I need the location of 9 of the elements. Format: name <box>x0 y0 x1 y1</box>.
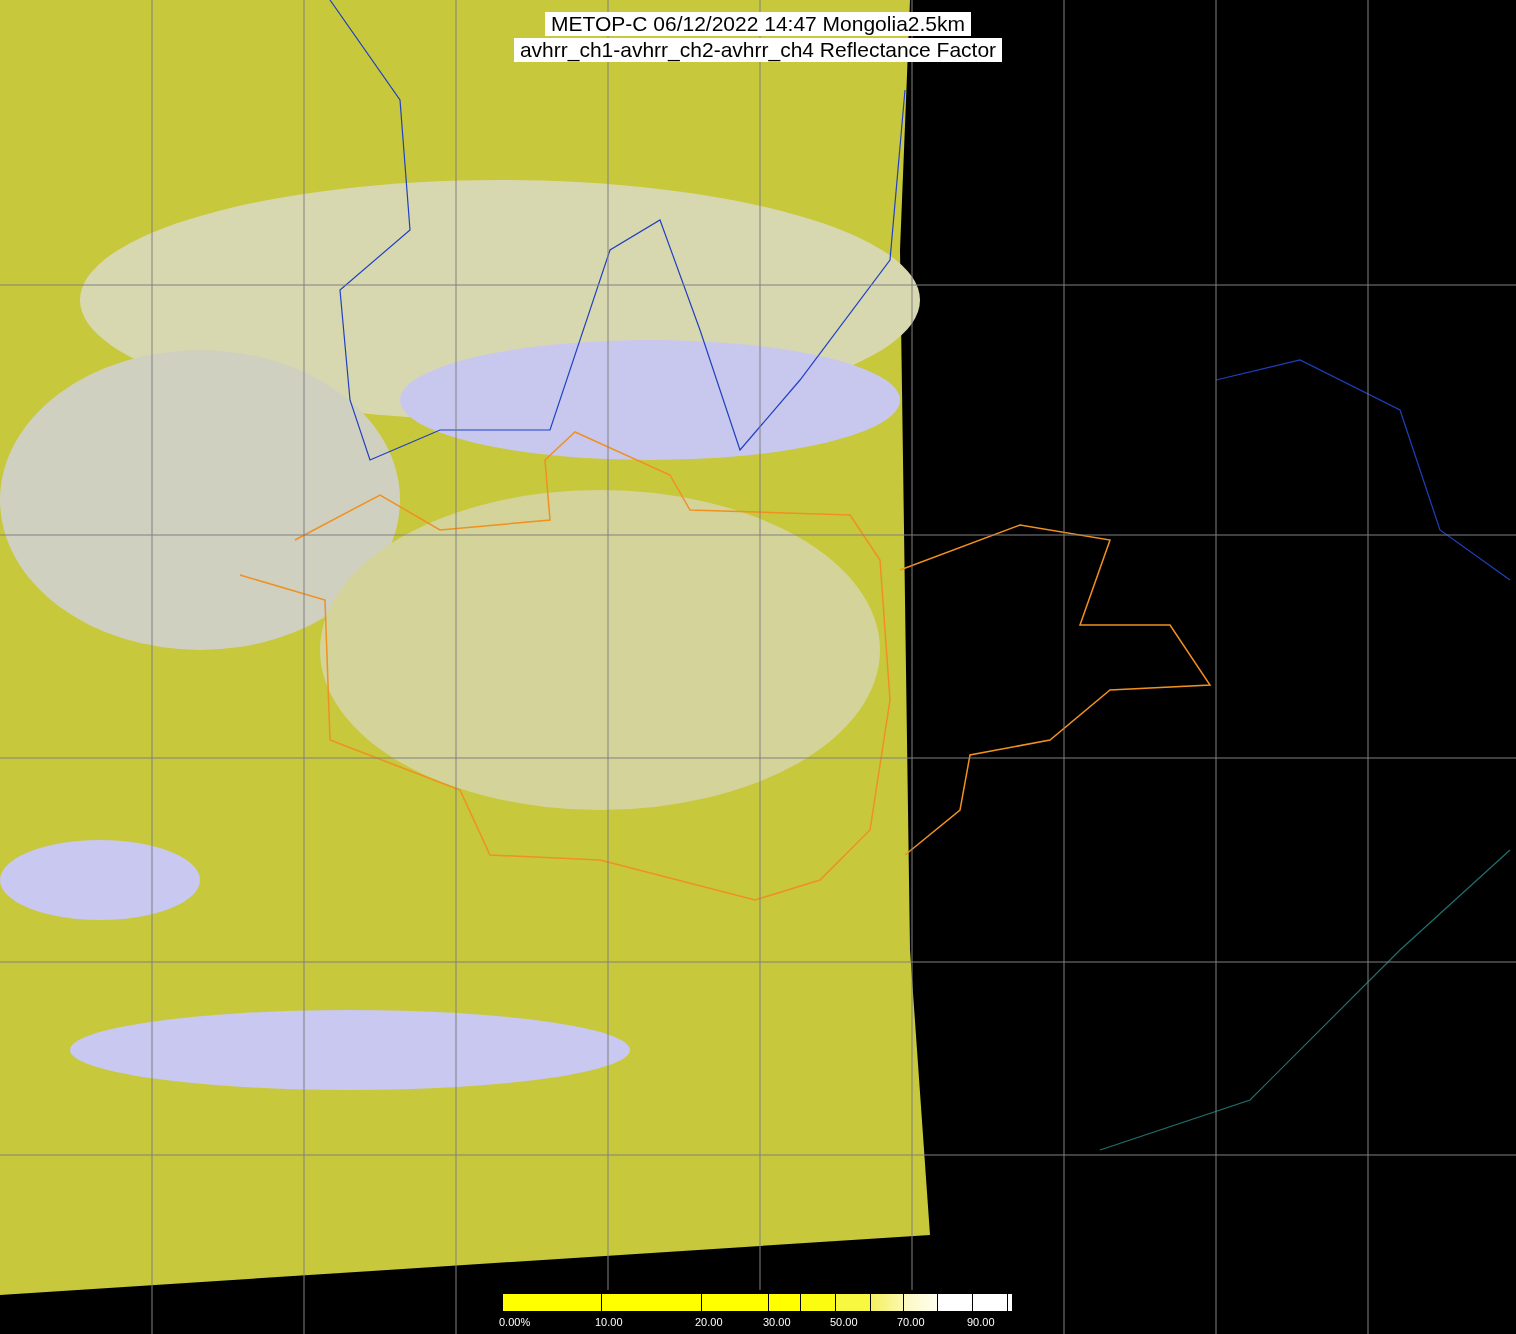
colorbar-label: 10.00 <box>595 1316 623 1328</box>
colorbar-label: 70.00 <box>897 1316 925 1328</box>
colorbar-label: 20.00 <box>695 1316 723 1328</box>
map-title: METOP-C 06/12/2022 14:47 Mongolia2.5km <box>545 12 971 36</box>
colorbar-label: 0.00% <box>499 1316 531 1328</box>
colorbar-label: 90.00 <box>967 1316 995 1328</box>
map-title: avhrr_ch1-avhrr_ch2-avhrr_ch4 Reflectance Factor <box>513 38 1003 62</box>
colorbar-label: 50.00 <box>830 1316 858 1328</box>
colorbar-label: 30.00 <box>763 1316 791 1328</box>
